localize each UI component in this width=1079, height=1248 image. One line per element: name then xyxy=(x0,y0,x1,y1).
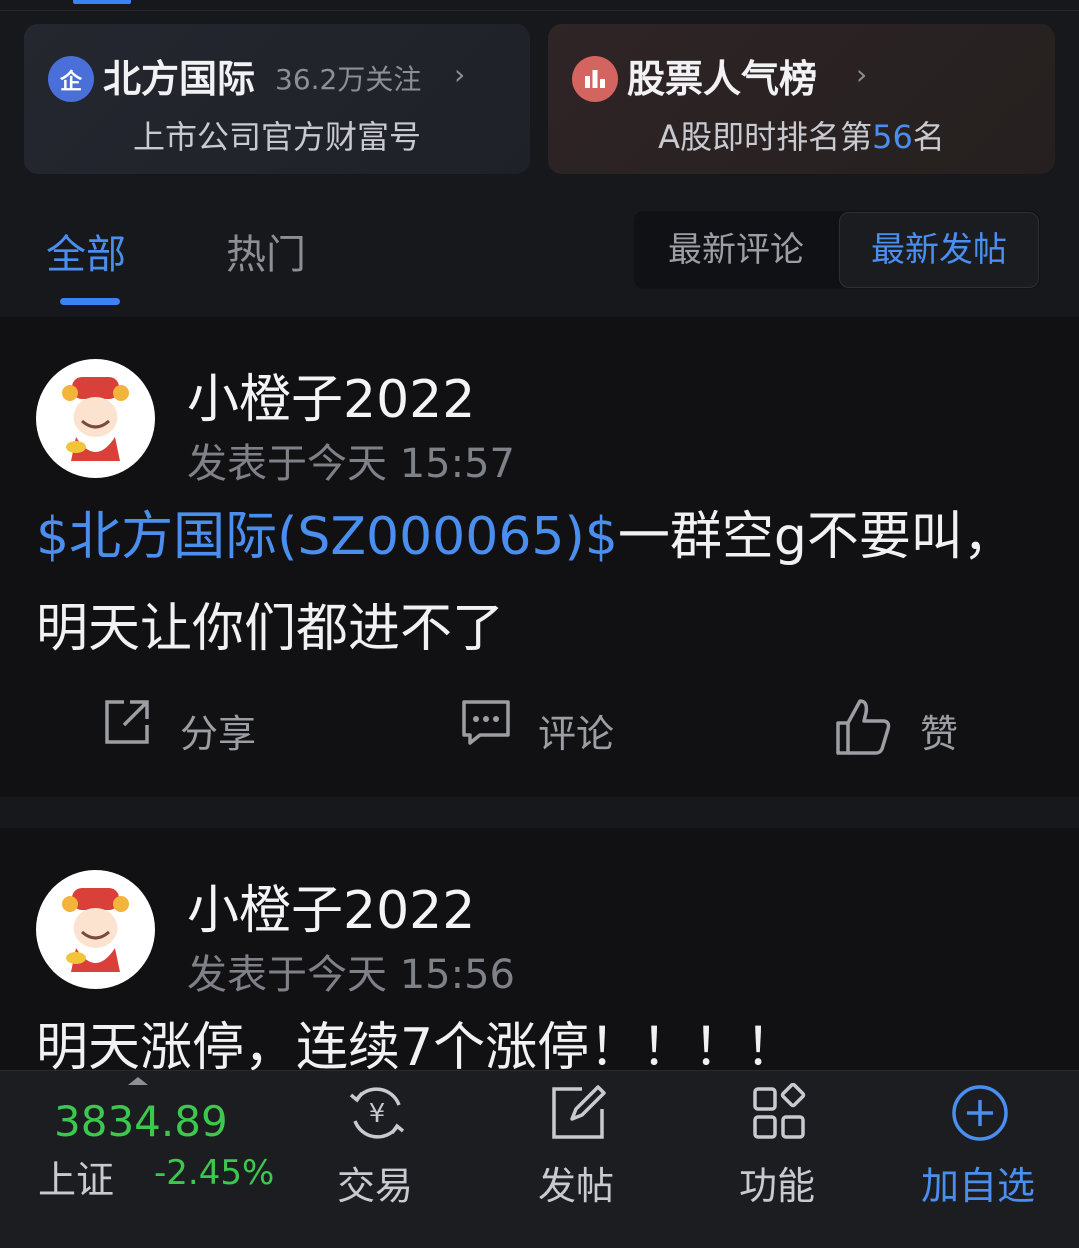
top-divider xyxy=(0,10,1079,11)
add-watchlist-button[interactable]: 加自选 xyxy=(908,1071,1048,1248)
functions-button[interactable]: 功能 xyxy=(707,1071,847,1248)
avatar[interactable] xyxy=(36,359,155,478)
follower-count: 36.2万关注 xyxy=(275,63,422,96)
trade-yuan-icon: ¥ xyxy=(349,1087,405,1139)
plus-circle-icon xyxy=(952,1085,1008,1141)
sort-latest-post-button[interactable]: 最新发帖 xyxy=(839,212,1039,288)
sort-latest-comment-button[interactable]: 最新评论 xyxy=(634,211,838,289)
like-label: 赞 xyxy=(920,712,959,756)
company-card[interactable]: 企 北方国际 36.2万关注 › 上市公司官方财富号 xyxy=(24,24,530,174)
expand-up-icon[interactable] xyxy=(128,1077,148,1085)
grid-apps-icon xyxy=(753,1083,806,1139)
functions-label: 功能 xyxy=(738,1164,815,1208)
index-change: -2.45% xyxy=(154,1153,275,1193)
sort-toggle: 最新评论 最新发帖 xyxy=(634,211,1040,289)
post-time: 发表于今天 15:57 xyxy=(187,441,515,487)
post-author[interactable]: 小橙子2022 xyxy=(187,357,475,432)
chevron-right-icon: › xyxy=(454,58,466,91)
company-name: 北方国际 xyxy=(103,57,256,101)
ranking-chart-icon xyxy=(572,56,618,102)
edit-icon xyxy=(552,1085,606,1139)
stock-tag-link[interactable]: $北方国际(SZ000065)$ xyxy=(36,507,618,567)
add-watchlist-label: 加自选 xyxy=(920,1164,1035,1208)
share-label: 分享 xyxy=(180,712,257,756)
bottom-toolbar: 3834.89 上证 -2.45% ¥ 交易 发帖 功能 加自选 xyxy=(0,1070,1079,1248)
post-card[interactable]: 小橙子2022 发表于今天 15:57 $北方国际(SZ000065)$一群空g… xyxy=(0,317,1079,797)
active-tab-underline xyxy=(60,298,120,305)
svg-text:¥: ¥ xyxy=(369,1099,386,1129)
post-author[interactable]: 小橙子2022 xyxy=(187,868,475,943)
comment-icon xyxy=(462,700,510,745)
enterprise-icon: 企 xyxy=(48,56,94,102)
new-post-button[interactable]: 发帖 xyxy=(506,1071,646,1248)
avatar[interactable] xyxy=(36,870,155,989)
trade-label: 交易 xyxy=(336,1164,413,1208)
company-subtitle: 上市公司官方财富号 xyxy=(132,118,421,156)
comment-label: 评论 xyxy=(538,712,615,756)
tab-all[interactable]: 全部 xyxy=(46,222,126,280)
share-icon xyxy=(105,700,149,744)
post-time: 发表于今天 15:56 xyxy=(187,952,515,998)
post-card[interactable]: 小橙子2022 发表于今天 15:56 明天涨停，连续7个涨停！！！！ xyxy=(0,828,1079,1088)
rank-title: 股票人气榜 xyxy=(627,57,818,101)
post-content[interactable]: $北方国际(SZ000065)$一群空g不要叫， 明天让你们都进不了 xyxy=(36,491,1046,675)
index-value: 3834.89 xyxy=(54,1097,228,1146)
thumbs-up-icon xyxy=(836,699,891,755)
new-post-label: 发帖 xyxy=(537,1164,614,1208)
top-tab-indicator xyxy=(73,0,131,4)
popularity-rank-card[interactable]: 股票人气榜 › A股即时排名第56名 xyxy=(548,24,1055,174)
index-name: 上证 xyxy=(38,1158,115,1202)
rank-subtitle: A股即时排名第56名 xyxy=(658,118,945,156)
rank-number: 56 xyxy=(872,118,913,156)
trade-button[interactable]: ¥ 交易 xyxy=(305,1071,445,1248)
tab-hot[interactable]: 热门 xyxy=(226,222,306,280)
chevron-right-icon: › xyxy=(856,58,868,91)
